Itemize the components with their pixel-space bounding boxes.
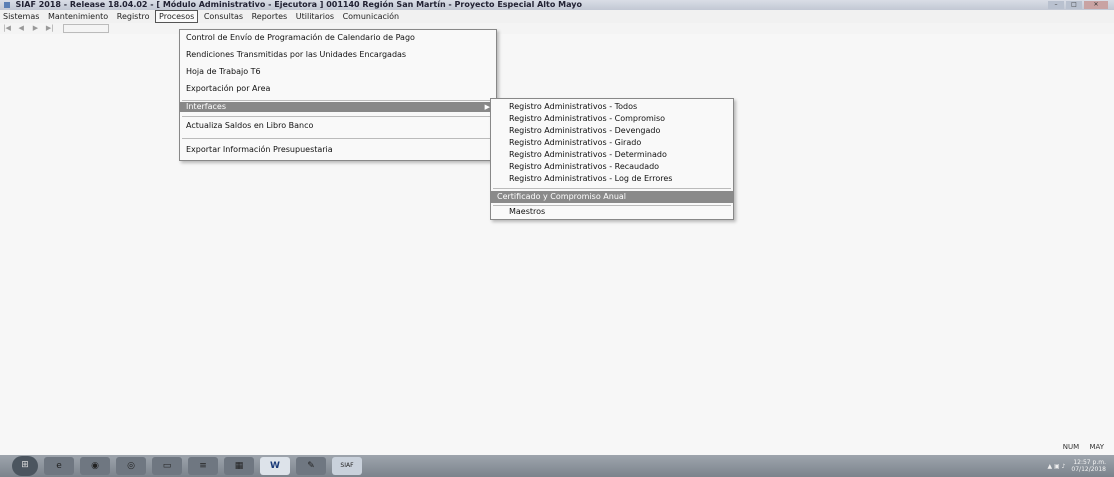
system-tray: ▲ ▣ ♪ 12:57 p.m. 07/12/2018 [1047,457,1106,475]
menu-item-interfaces-label: Interfaces [186,102,226,111]
submenu-item-determinado[interactable]: Registro Administrativos - Determinado [509,149,667,161]
clock[interactable]: 12:57 p.m. 07/12/2018 [1071,459,1106,473]
app-icon [4,2,10,8]
submenu-item-log-errores[interactable]: Registro Administrativos - Log de Errore… [509,173,672,185]
menu-item-actualiza-saldos[interactable]: Actualiza Saldos en Libro Banco [186,118,313,134]
pen-icon[interactable]: ✎ [296,457,326,475]
firefox-icon[interactable]: ◉ [80,457,110,475]
menu-registro[interactable]: Registro [114,10,153,23]
menu-separator [182,138,494,139]
clock-date: 07/12/2018 [1071,466,1106,473]
last-record-button[interactable]: ▶| [45,23,55,34]
menu-item-control-envio[interactable]: Control de Envío de Programación de Cale… [186,30,415,46]
siaf-icon[interactable]: SIAF [332,457,362,475]
chrome-icon[interactable]: ◎ [116,457,146,475]
menu-bar: Sistemas Mantenimiento Registro Procesos… [0,10,1114,23]
menu-separator [493,188,731,189]
window-title: SIAF 2018 - Release 18.04.02 - [ Módulo … [15,0,582,9]
menu-item-interfaces[interactable]: Interfaces ▶ [180,102,496,112]
ie-icon[interactable]: e [44,457,74,475]
menu-item-exportacion-area[interactable]: Exportación por Area [186,81,270,97]
record-position-field[interactable] [62,23,109,33]
calculator-icon[interactable]: ▦ [224,457,254,475]
taskbar: ⊞ e ◉ ◎ ▭ ≡ ▦ W ✎ SIAF ▲ ▣ ♪ 12:57 p.m. … [0,455,1114,477]
title-bar: SIAF 2018 - Release 18.04.02 - [ Módulo … [0,0,1114,10]
submenu-item-compromiso[interactable]: Registro Administrativos - Compromiso [509,113,665,125]
minimize-button[interactable]: – [1048,1,1064,9]
close-button[interactable]: ✕ [1084,1,1108,9]
menu-mantenimiento[interactable]: Mantenimiento [45,10,111,23]
procesos-dropdown: Control de Envío de Programación de Cale… [179,29,497,161]
menu-reportes[interactable]: Reportes [249,10,291,23]
menu-separator [182,116,494,117]
menu-comunicacion[interactable]: Comunicación [340,10,403,23]
first-record-button[interactable]: |◀ [2,23,12,34]
submenu-item-girado[interactable]: Registro Administrativos - Girado [509,137,641,149]
caps-lock-indicator: MAY [1089,443,1104,451]
maximize-button[interactable]: □ [1066,1,1082,9]
menu-sistemas[interactable]: Sistemas [0,10,42,23]
submenu-item-devengado[interactable]: Registro Administrativos - Devengado [509,125,660,137]
menu-item-rendiciones[interactable]: Rendiciones Transmitidas por las Unidade… [186,47,406,63]
menu-consultas[interactable]: Consultas [201,10,246,23]
word-icon[interactable]: W [260,457,290,475]
menu-item-exportar-presupuestaria[interactable]: Exportar Información Presupuestaria [186,142,333,158]
window-controls: – □ ✕ [1048,0,1108,10]
menu-item-hoja-trabajo[interactable]: Hoja de Trabajo T6 [186,64,261,80]
submenu-item-todos[interactable]: Registro Administrativos - Todos [509,101,637,113]
menu-separator [182,100,494,101]
submenu-item-certificado-compromiso[interactable]: Certificado y Compromiso Anual [491,191,733,203]
interfaces-submenu: Registro Administrativos - Todos Registr… [490,98,734,220]
submenu-item-maestros[interactable]: Maestros [509,206,545,218]
menu-procesos[interactable]: Procesos [155,10,199,23]
clock-time: 12:57 p.m. [1073,459,1106,466]
tray-icons[interactable]: ▲ ▣ ♪ [1047,463,1065,470]
submenu-item-recaudado[interactable]: Registro Administrativos - Recaudado [509,161,659,173]
media-icon[interactable]: ≡ [188,457,218,475]
num-lock-indicator: NUM [1062,443,1080,451]
record-navigator: |◀ ◀ ▶ ▶| [0,23,1114,34]
status-bar: NUM MAY [1055,443,1104,451]
menu-utilitarios[interactable]: Utilitarios [293,10,337,23]
windows-start-icon[interactable]: ⊞ [12,456,38,476]
next-record-button[interactable]: ▶ [30,23,40,34]
explorer-icon[interactable]: ▭ [152,457,182,475]
prev-record-button[interactable]: ◀ [16,23,26,34]
